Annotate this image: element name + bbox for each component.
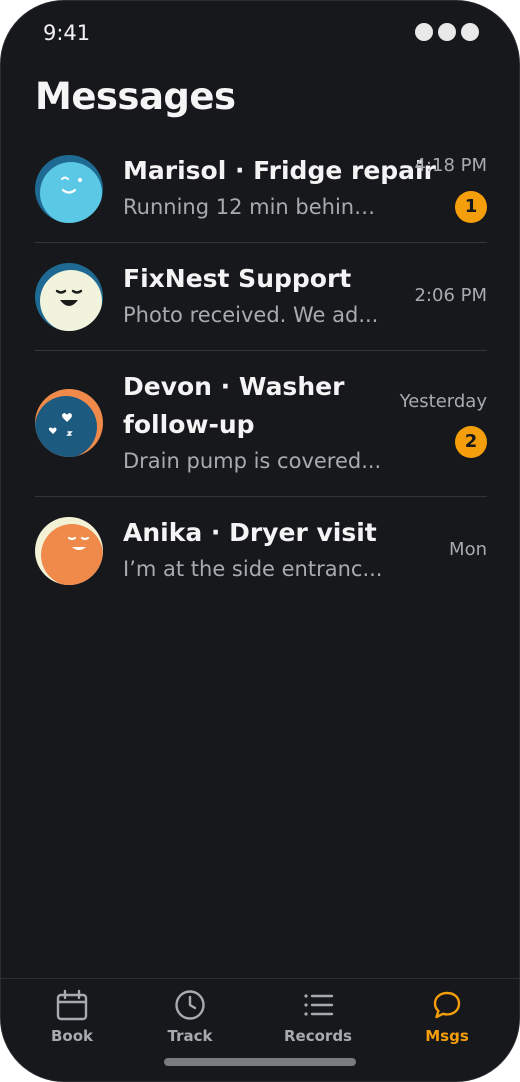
status-bar: 9:41 bbox=[1, 1, 519, 65]
avatar-anika bbox=[35, 517, 103, 585]
conversation-preview: Drain pump is covered... bbox=[123, 449, 382, 473]
avatar-marisol bbox=[35, 155, 103, 223]
conversation-row-devon[interactable]: Devon · Washer follow-up Drain pump is c… bbox=[35, 351, 487, 497]
status-dot bbox=[438, 23, 456, 41]
tab-track[interactable]: Track bbox=[135, 989, 245, 1045]
tab-msgs[interactable]: Msgs bbox=[392, 989, 502, 1045]
conversation-preview: Photo received. We ad... bbox=[123, 303, 379, 327]
list-icon bbox=[304, 994, 334, 1016]
tab-label: Records bbox=[284, 1027, 352, 1045]
unread-badge: 1 bbox=[455, 191, 487, 223]
conversation-name-line2: follow-up bbox=[123, 410, 255, 439]
conversation-name: Devon · Washer bbox=[123, 372, 345, 401]
phone-frame: 9:41 Messages Marisol · Fridge repair Ru… bbox=[0, 0, 520, 1082]
chat-bubble-icon bbox=[433, 991, 461, 1019]
conversation-name: FixNest Support bbox=[123, 264, 352, 293]
tab-book[interactable]: Book bbox=[17, 989, 127, 1045]
conversation-row-anika[interactable]: Anika · Dryer visit I’m at the side entr… bbox=[35, 497, 487, 605]
avatar-devon bbox=[35, 389, 103, 457]
conversation-time: 4:18 PM bbox=[414, 155, 487, 176]
conversation-name: Anika · Dryer visit bbox=[123, 518, 377, 547]
status-dot bbox=[415, 23, 433, 41]
page-title: Messages bbox=[35, 75, 236, 118]
clock-icon bbox=[175, 990, 205, 1020]
unread-badge: 2 bbox=[455, 426, 487, 458]
status-time: 9:41 bbox=[43, 21, 91, 45]
tab-label: Msgs bbox=[425, 1027, 469, 1045]
conversation-row-fixnest[interactable]: FixNest Support Photo received. We ad...… bbox=[35, 243, 487, 351]
conversation-time: 2:06 PM bbox=[414, 285, 487, 306]
status-indicators bbox=[415, 23, 479, 41]
conversation-preview: Running 12 min behind.... bbox=[123, 195, 385, 219]
conversation-preview: I’m at the side entranc... bbox=[123, 557, 383, 581]
status-dot bbox=[461, 23, 479, 41]
tab-records[interactable]: Records bbox=[263, 989, 373, 1045]
conversation-name: Marisol · Fridge repair bbox=[123, 156, 436, 185]
conversation-time: Yesterday bbox=[399, 391, 487, 412]
tab-label: Book bbox=[50, 1027, 94, 1045]
conversation-list: Marisol · Fridge repair Running 12 min b… bbox=[35, 135, 487, 605]
calendar-icon bbox=[56, 989, 88, 1021]
bottom-tab-bar: Book Track Records Msgs bbox=[1, 978, 519, 1081]
conversation-row-marisol[interactable]: Marisol · Fridge repair Running 12 min b… bbox=[35, 135, 487, 243]
conversation-time: Mon bbox=[449, 539, 487, 560]
avatar-fixnest bbox=[35, 263, 103, 331]
tab-label: Track bbox=[167, 1027, 213, 1045]
home-indicator[interactable] bbox=[164, 1058, 356, 1066]
